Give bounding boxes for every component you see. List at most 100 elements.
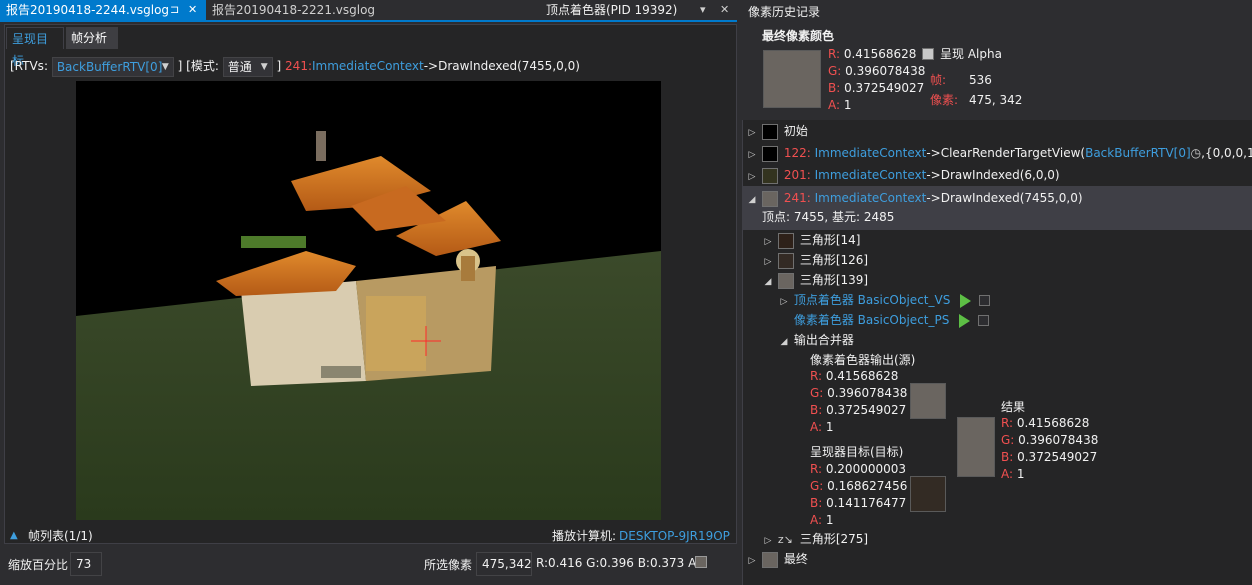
triangle-item-275[interactable]: ▷ z↘ 三角形[275]: [762, 529, 869, 551]
g-label: G:: [828, 64, 842, 78]
selected-pixel-swatch: [695, 556, 707, 568]
item-label: 最终: [783, 552, 808, 566]
frame-list-label[interactable]: 帧列表(1/1): [28, 525, 93, 547]
rt-g: 0.168627456: [827, 479, 908, 493]
color-swatch: [777, 232, 794, 249]
render-target-title: 呈现器目标(目标): [810, 445, 904, 459]
output-merger-item[interactable]: ◢ 输出合并器: [778, 330, 854, 350]
z-sort-icon: z↘: [777, 533, 793, 546]
collapse-icon[interactable]: ◢: [778, 332, 790, 352]
collapse-icon[interactable]: ◢: [746, 190, 758, 210]
final-pixel-color-panel: 最终像素颜色 R: 0.41568628 G: 0.396078438 B: 0…: [742, 24, 1252, 120]
history-item-241[interactable]: ◢ 241: ImmediateContext->DrawIndexed(745…: [746, 188, 1083, 208]
final-r: 0.41568628: [843, 47, 917, 61]
result-g: 0.396078438: [1018, 433, 1099, 447]
event-call: ->DrawIndexed(6,0,0): [926, 168, 1060, 182]
show-alpha-checkbox[interactable]: [922, 48, 934, 60]
color-swatch: [761, 167, 778, 184]
play-icon[interactable]: [960, 293, 972, 308]
mode-label: ] [模式:: [177, 59, 219, 73]
rt-b: 0.141176477: [826, 496, 907, 510]
color-swatch: [761, 145, 778, 162]
close-icon[interactable]: ✕: [188, 0, 197, 20]
chevron-down-icon[interactable]: ▾: [700, 0, 706, 20]
collapse-icon[interactable]: ◢: [762, 272, 774, 292]
ps-out-b: 0.372549027: [826, 403, 907, 417]
checkbox[interactable]: [978, 315, 990, 326]
expand-icon[interactable]: ▷: [778, 292, 790, 312]
result-title: 结果: [1001, 400, 1026, 414]
history-item-initial[interactable]: ▷ 初始: [746, 121, 808, 141]
event-id: 201:: [783, 168, 811, 182]
pin-icon[interactable]: ⊐: [170, 0, 179, 20]
mode-select-value: 普通: [227, 59, 252, 74]
chevron-down-icon: ▼: [161, 61, 169, 72]
tab-report-2244[interactable]: 报告20190418-2244.vsglog ⊐ ✕: [0, 0, 206, 20]
render-target-toolbar: [RTVs: BackBufferRTV[0] ▼ ] [模式: 普通 ▼ ] …: [10, 55, 580, 77]
zoom-input[interactable]: 73: [70, 552, 102, 576]
render-target-viewport[interactable]: [76, 81, 661, 520]
a-label: A:: [828, 98, 841, 112]
event-object-link[interactable]: ImmediateContext: [815, 168, 927, 182]
expand-icon[interactable]: ▷: [746, 167, 758, 187]
item-label: 三角形[275]: [799, 532, 869, 546]
result-a: 1: [1016, 467, 1025, 481]
frame-list-bar: ▲ 帧列表(1/1) 播放计算机: DESKTOP-9JR19OP: [4, 525, 737, 547]
tab-vertex-shader[interactable]: 顶点着色器(PID 19392) ▾ ✕: [540, 0, 737, 20]
a-label: A:: [1001, 467, 1014, 481]
history-item-201[interactable]: ▷ 201: ImmediateContext->DrawIndexed(6,0…: [746, 165, 1060, 185]
triangle-item-14[interactable]: ▷ 三角形[14]: [762, 230, 860, 250]
vertex-shader-item[interactable]: ▷ 顶点着色器 BasicObject_VS: [778, 290, 991, 312]
event-object-link[interactable]: ImmediateContext: [815, 191, 927, 205]
r-label: R:: [1001, 416, 1014, 430]
mode-select[interactable]: 普通 ▼: [222, 56, 273, 77]
g-label: G:: [1001, 433, 1015, 447]
ps-output-title: 像素着色器输出(源): [810, 353, 916, 367]
history-item-122[interactable]: ▷ 122: ImmediateContext->ClearRenderTarg…: [746, 143, 1252, 163]
expand-icon[interactable]: ▷: [746, 551, 758, 571]
event-arg-link[interactable]: BackBufferRTV[0]: [1085, 146, 1191, 160]
tab-report-2221[interactable]: 报告20190418-2221.vsglog: [206, 0, 386, 20]
event-call: ->DrawIndexed(7455,0,0): [926, 191, 1083, 205]
tab-frame-analysis[interactable]: 帧分析: [66, 27, 118, 49]
pixel-shader-link[interactable]: 像素着色器 BasicObject_PS: [794, 313, 950, 327]
pixel-shader-item[interactable]: 像素着色器 BasicObject_PS: [778, 310, 990, 330]
zoom-label: 缩放百分比: [8, 558, 69, 572]
final-pixel-swatch: [763, 50, 821, 108]
expand-icon[interactable]: ▷: [762, 232, 774, 252]
event-object-link[interactable]: ImmediateContext: [815, 146, 927, 160]
triangle-item-139[interactable]: ◢ 三角形[139]: [762, 270, 868, 290]
expand-icon[interactable]: ▷: [762, 252, 774, 272]
color-swatch: [777, 252, 794, 269]
tab-render-target[interactable]: 呈现目标: [6, 27, 64, 68]
expand-icon[interactable]: ▷: [746, 123, 758, 143]
triangle-item-126[interactable]: ▷ 三角形[126]: [762, 250, 868, 270]
event-id: 241:: [783, 191, 811, 205]
expand-icon[interactable]: ▷: [746, 145, 758, 165]
a-label: A:: [810, 420, 823, 434]
pixel-label: 像素:: [930, 93, 959, 107]
close-icon[interactable]: ✕: [720, 0, 729, 20]
result-swatch: [957, 417, 995, 477]
play-icon[interactable]: [959, 313, 971, 328]
rtvs-label: [RTVs:: [10, 59, 48, 73]
event-id: 241:: [285, 59, 312, 73]
history-item-final[interactable]: ▷ 最终: [746, 549, 808, 569]
chevron-up-icon[interactable]: ▲: [10, 525, 18, 547]
history-clock-icon: ◷: [1190, 146, 1202, 160]
rt-a: 1: [825, 513, 834, 527]
event-tail: ,{0,0,0,1}): [1201, 146, 1252, 160]
checkbox[interactable]: [979, 295, 991, 306]
playback-machine-link[interactable]: DESKTOP-9JR19OP: [619, 525, 730, 547]
pixel-history-title: 像素历史记录: [742, 0, 1252, 24]
status-bar: 缩放百分比 73 所选像素 475,342 R:0.416 G:0.396 B:…: [0, 549, 737, 585]
g-label: G:: [810, 386, 824, 400]
selected-pixel-input[interactable]: 475,342: [476, 552, 532, 576]
vertex-shader-link[interactable]: 顶点着色器 BasicObject_VS: [794, 293, 951, 307]
ps-out-g: 0.396078438: [827, 386, 908, 400]
event-object-link[interactable]: ImmediateContext: [312, 59, 424, 73]
rtv-select[interactable]: BackBufferRTV[0] ▼: [51, 56, 174, 77]
b-label: B:: [1001, 450, 1014, 464]
event-id: 122:: [783, 146, 811, 160]
expand-icon[interactable]: ▷: [762, 531, 774, 551]
